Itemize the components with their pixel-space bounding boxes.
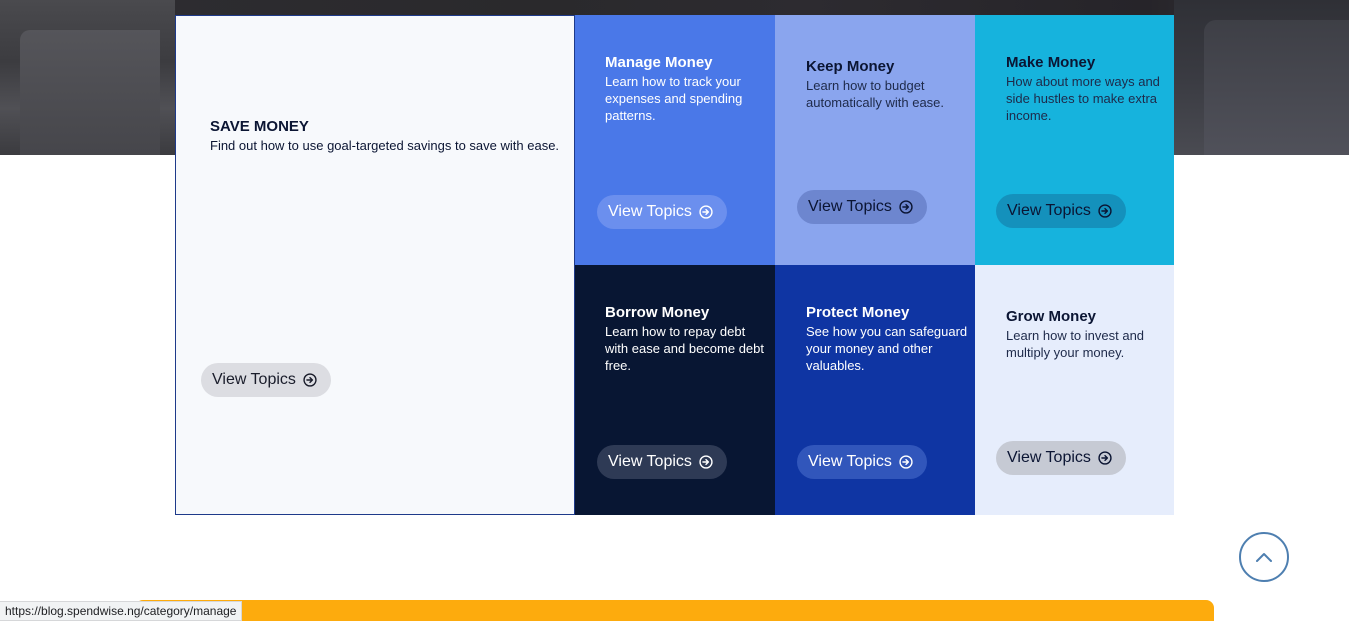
arrow-right-circle-icon — [899, 455, 913, 469]
tile-title: Grow Money — [1006, 308, 1097, 325]
view-topics-button-make[interactable]: View Topics — [996, 194, 1126, 228]
tile-protect-money: Protect Money See how you can safeguard … — [775, 265, 975, 515]
tile-save-money: SAVE MONEY Find out how to use goal-targ… — [175, 15, 575, 515]
arrow-right-circle-icon — [699, 455, 713, 469]
tile-description: Learn how to repay debt with ease and be… — [605, 324, 764, 373]
hero-sofa-left — [0, 0, 175, 155]
button-label: View Topics — [608, 203, 692, 220]
button-label: View Topics — [608, 453, 692, 470]
tile-description: Learn how to budget automatically with e… — [806, 78, 945, 110]
tile-description: How about more ways and side hustles to … — [1006, 74, 1160, 123]
tile-borrow-money: Borrow Money Learn how to repay debt wit… — [575, 265, 775, 515]
view-topics-button-manage[interactable]: View Topics — [597, 195, 727, 229]
tile-description: Find out how to use goal-targeted saving… — [210, 138, 560, 153]
view-topics-button-save[interactable]: View Topics — [201, 363, 331, 397]
arrow-right-circle-icon — [899, 200, 913, 214]
arrow-right-circle-icon — [1098, 451, 1112, 465]
scroll-to-top-button[interactable] — [1239, 532, 1289, 582]
arrow-right-circle-icon — [699, 205, 713, 219]
browser-status-bar-url: https://blog.spendwise.ng/category/manag… — [0, 601, 243, 621]
tile-title: SAVE MONEY — [210, 118, 309, 135]
button-label: View Topics — [1007, 449, 1091, 466]
view-topics-button-borrow[interactable]: View Topics — [597, 445, 727, 479]
tile-title: Protect Money — [806, 304, 910, 321]
button-label: View Topics — [808, 198, 892, 215]
tile-manage-money: Manage Money Learn how to track your exp… — [575, 15, 775, 265]
tile-description: Learn how to track your expenses and spe… — [605, 74, 743, 123]
button-label: View Topics — [808, 453, 892, 470]
tile-title: Make Money — [1006, 54, 1096, 71]
button-label: View Topics — [1007, 202, 1091, 219]
tile-make-money: Make Money How about more ways and side … — [975, 15, 1174, 265]
tile-grow-money: Grow Money Learn how to invest and multi… — [975, 265, 1174, 515]
tile-description: Learn how to invest and multiply your mo… — [1006, 328, 1145, 360]
arrow-right-circle-icon — [303, 373, 317, 387]
hero-sofa-right — [1174, 0, 1349, 155]
tile-title: Keep Money — [806, 58, 895, 75]
category-grid: SAVE MONEY Find out how to use goal-targ… — [175, 15, 1174, 515]
view-topics-button-grow[interactable]: View Topics — [996, 441, 1126, 475]
tile-title: Borrow Money — [605, 304, 710, 321]
tile-keep-money: Keep Money Learn how to budget automatic… — [775, 15, 975, 265]
tile-title: Manage Money — [605, 54, 713, 71]
tile-description: See how you can safeguard your money and… — [806, 324, 968, 373]
view-topics-button-protect[interactable]: View Topics — [797, 445, 927, 479]
button-label: View Topics — [212, 371, 296, 388]
chevron-up-icon — [1256, 553, 1272, 562]
footer-accent-bar — [135, 600, 1214, 621]
arrow-right-circle-icon — [1098, 204, 1112, 218]
view-topics-button-keep[interactable]: View Topics — [797, 190, 927, 224]
hero-sofa-left-cushion — [20, 30, 160, 155]
hero-sofa-right-cushion — [1204, 20, 1349, 155]
